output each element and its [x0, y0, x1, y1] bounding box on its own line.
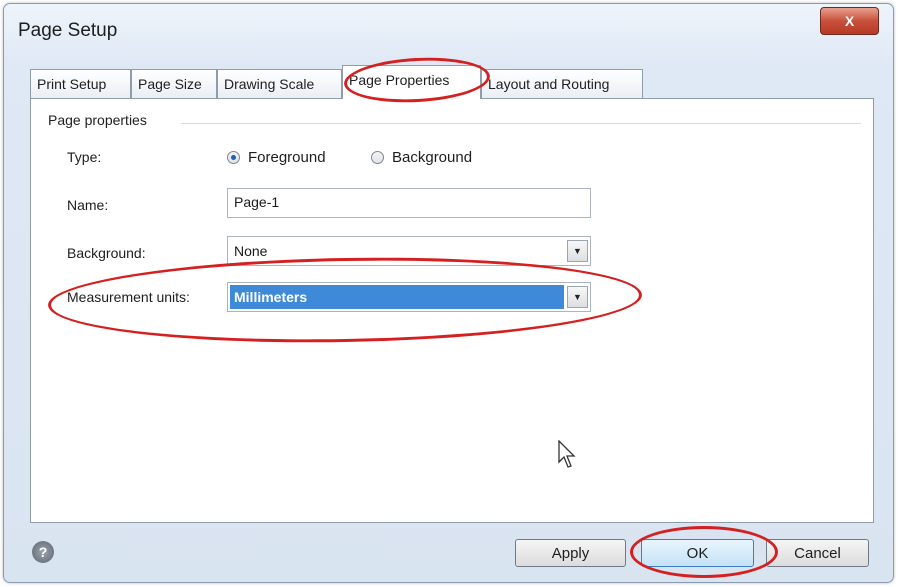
apply-button[interactable]: Apply	[515, 539, 626, 567]
dialog-title: Page Setup	[18, 20, 118, 41]
cancel-button[interactable]: Cancel	[766, 539, 869, 567]
background-label: Background:	[67, 245, 146, 261]
radio-background[interactable]: Background	[371, 149, 472, 166]
radio-foreground-label: Foreground	[248, 149, 326, 166]
radio-background-label: Background	[392, 149, 473, 166]
tab-drawing-scale[interactable]: Drawing Scale	[217, 69, 342, 99]
radio-foreground[interactable]: Foreground	[227, 149, 326, 166]
background-select-value: None	[234, 243, 268, 259]
name-label: Name:	[67, 197, 109, 213]
group-divider	[181, 123, 861, 124]
page-properties-panel: Page properties Type: Foreground Backgro…	[30, 98, 874, 523]
chevron-down-icon[interactable]: ▼	[567, 240, 588, 262]
measurement-units-select[interactable]: Millimeters ▼	[227, 282, 591, 312]
help-icon[interactable]: ?	[32, 541, 54, 563]
radio-selected-icon	[227, 151, 240, 164]
name-field[interactable]: Page-1	[227, 188, 591, 218]
chevron-down-icon[interactable]: ▼	[567, 286, 588, 308]
type-label: Type:	[67, 149, 102, 165]
background-select[interactable]: None ▼	[227, 236, 591, 266]
ok-button[interactable]: OK	[641, 539, 754, 567]
measurement-units-value: Millimeters	[234, 289, 308, 305]
close-button[interactable]: X	[820, 7, 879, 35]
group-label: Page properties	[48, 112, 153, 128]
close-icon: X	[844, 13, 855, 29]
tab-page-size[interactable]: Page Size	[131, 69, 217, 99]
tab-print-setup[interactable]: Print Setup	[30, 69, 131, 99]
measurement-units-label: Measurement units:	[67, 289, 190, 305]
tab-page-properties[interactable]: Page Properties	[342, 65, 481, 99]
tab-layout-and-routing[interactable]: Layout and Routing	[481, 69, 643, 99]
radio-unselected-icon	[371, 151, 384, 164]
mouse-cursor-icon	[558, 440, 576, 468]
